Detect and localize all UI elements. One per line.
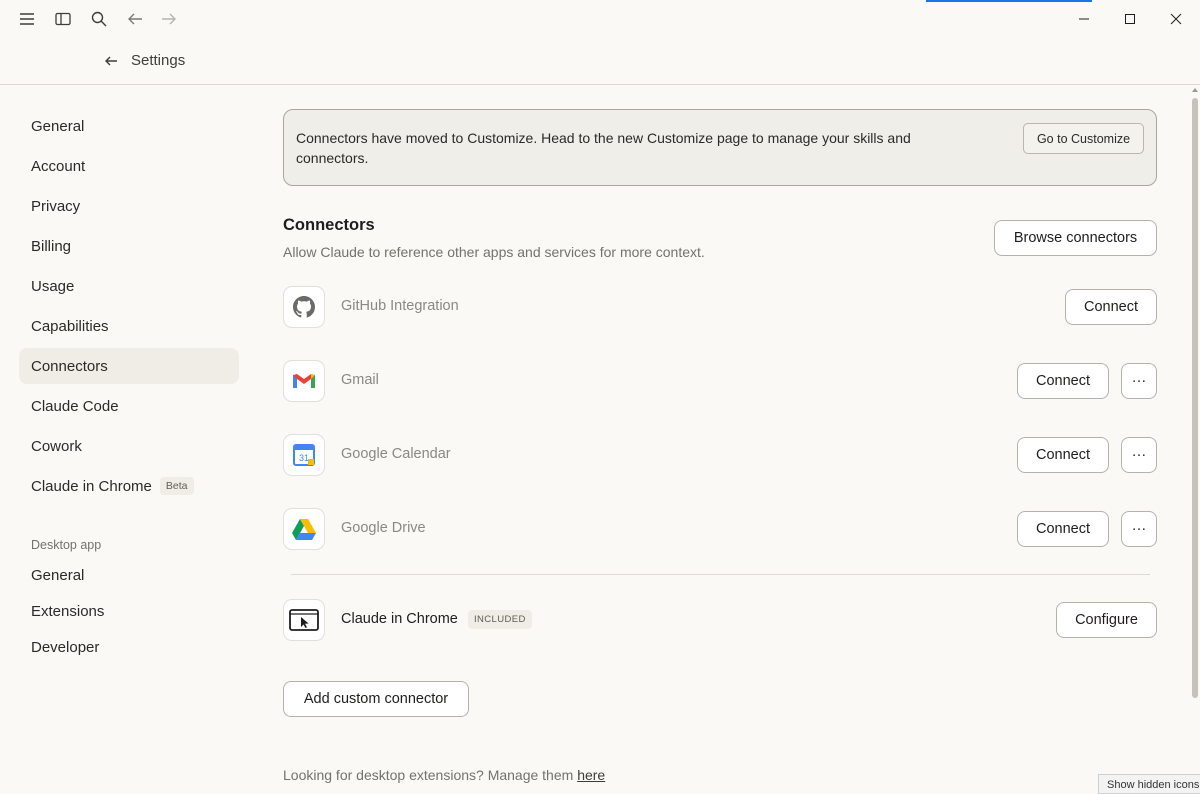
sidebar-section-title: Desktop app [31,538,102,552]
beta-badge: Beta [159,477,194,495]
customize-notice: Connectors have moved to Customize. Head… [283,109,1157,186]
maximize-icon[interactable] [1107,0,1153,38]
manage-extensions-link[interactable]: here [577,767,605,783]
google-calendar-icon: 31 [283,434,325,476]
close-icon[interactable] [1153,0,1199,38]
sidebar-item-extensions[interactable]: Extensions [19,593,239,629]
system-tooltip: Show hidden icons [1098,774,1200,794]
calendar-connect-button[interactable]: Connect [1017,437,1109,473]
drive-more-button[interactable]: ··· [1121,511,1157,547]
notice-text: Connectors have moved to Customize. Head… [296,130,911,166]
sidebar-item-label: Extensions [31,602,105,620]
back-arrow-icon[interactable] [102,52,120,70]
browser-cursor-icon [283,599,325,641]
connector-name-github: GitHub Integration [341,298,459,314]
sidebar-item-label: Usage [31,277,75,295]
calendar-day: 31 [299,453,309,463]
scrollbar[interactable] [1190,86,1200,790]
sidebar-item-claude-code[interactable]: Claude Code [19,388,239,424]
gmail-more-button[interactable]: ··· [1121,363,1157,399]
sidebar-item-account[interactable]: Account [19,148,239,184]
desktop-extensions-note: Looking for desktop extensions? Manage t… [283,767,605,783]
sidebar-item-label: Claude Code [31,397,119,415]
sidebar-item-label: Account [31,157,86,175]
settings-header: Settings [0,38,1200,85]
google-drive-icon [283,508,325,550]
section-title: Connectors [283,216,375,234]
sidebar-item-label: General [31,117,85,135]
forward-icon[interactable] [158,8,180,30]
browse-connectors-button[interactable]: Browse connectors [994,220,1157,256]
menu-icon[interactable] [16,8,38,30]
sidebar-item-label: Claude in Chrome [31,477,152,495]
sidebar-item-label: Capabilities [31,317,109,335]
sidebar-item-label: Developer [31,638,100,656]
back-icon[interactable] [124,8,146,30]
sidebar-item-developer[interactable]: Developer [19,629,239,665]
sidebar-item-label: Billing [31,237,72,255]
sidebar-item-billing[interactable]: Billing [19,228,239,264]
calendar-more-button[interactable]: ··· [1121,437,1157,473]
divider [291,574,1150,575]
github-connect-button[interactable]: Connect [1065,289,1157,325]
sidebar-item-capabilities[interactable]: Capabilities [19,308,239,344]
sidebar-item-label: Connectors [31,357,108,375]
connector-name-claude-in-chrome: Claude in Chrome [341,611,458,627]
sidebar-item-cowork[interactable]: Cowork [19,428,239,464]
sidebar-item-label: Cowork [31,437,82,455]
connector-name-google-calendar: Google Calendar [341,446,451,462]
configure-button[interactable]: Configure [1056,602,1157,638]
sidebar-item-general[interactable]: General [19,108,239,144]
sidebar-item-label: Privacy [31,197,81,215]
gmail-icon [283,360,325,402]
section-description: Allow Claude to reference other apps and… [283,244,705,260]
title-bar [0,0,1200,38]
go-to-customize-button[interactable]: Go to Customize [1023,123,1144,154]
footer-text: Looking for desktop extensions? Manage t… [283,767,578,783]
sidebar-item-privacy[interactable]: Privacy [19,188,239,224]
search-icon[interactable] [88,8,110,30]
connector-name-google-drive: Google Drive [341,520,426,536]
github-icon [283,286,325,328]
sidebar-item-claude-in-chrome[interactable]: Claude in Chrome Beta [19,468,239,504]
minimize-icon[interactable] [1061,0,1107,38]
included-badge: INCLUDED [468,610,532,629]
sidebar-item-connectors[interactable]: Connectors [19,348,239,384]
add-custom-connector-button[interactable]: Add custom connector [283,681,469,717]
drive-connect-button[interactable]: Connect [1017,511,1109,547]
page-title[interactable]: Settings [131,52,185,69]
sidebar-item-label: General [31,566,85,584]
connector-name-gmail: Gmail [341,372,379,388]
scroll-thumb[interactable] [1192,98,1198,698]
gmail-connect-button[interactable]: Connect [1017,363,1109,399]
sidebar-item-usage[interactable]: Usage [19,268,239,304]
sidebar-item-desktop-general[interactable]: General [19,557,239,593]
sidebar-toggle-icon[interactable] [52,8,74,30]
